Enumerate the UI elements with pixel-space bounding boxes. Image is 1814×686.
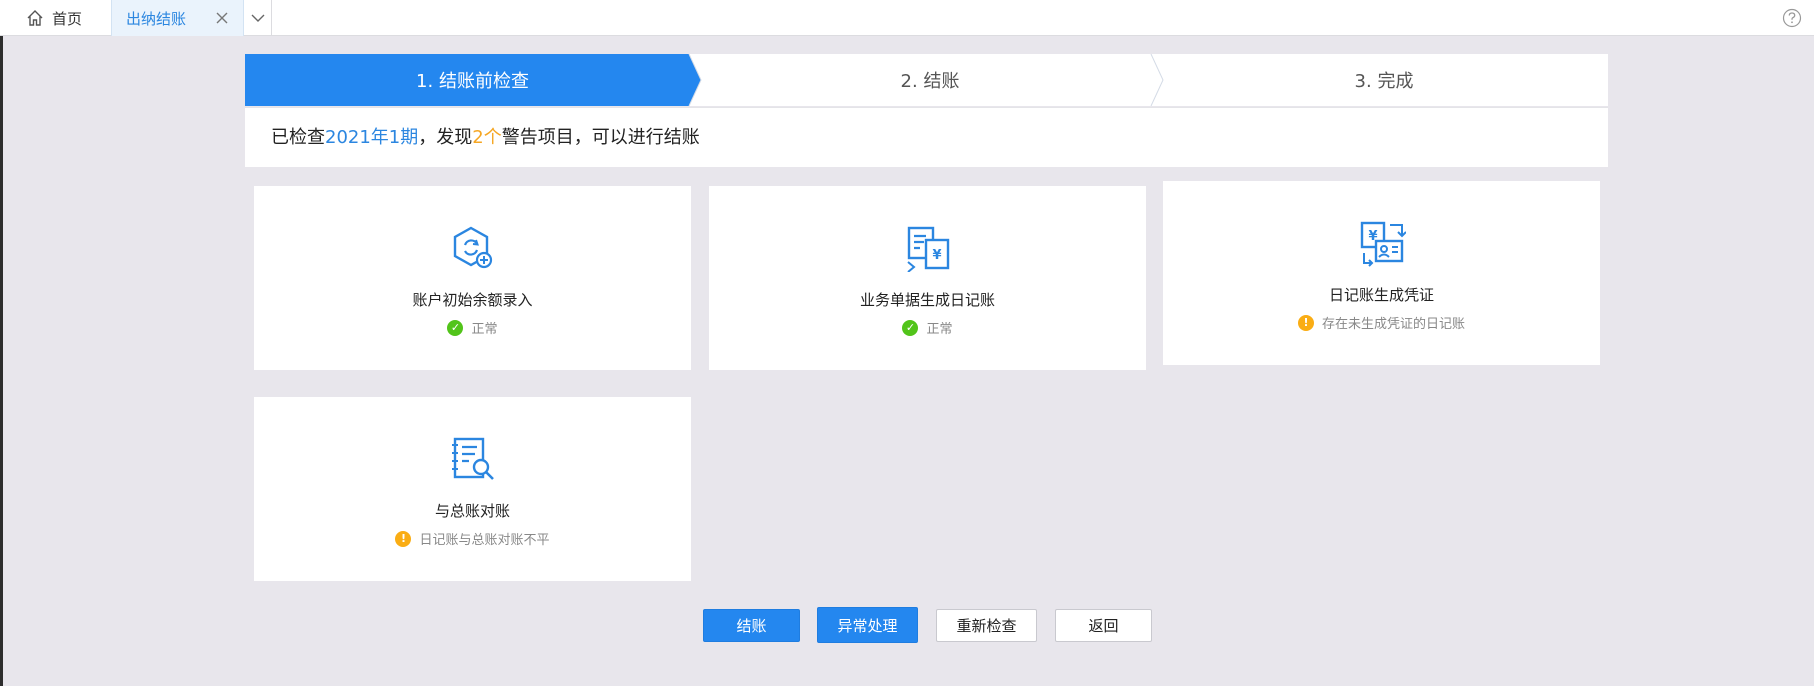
ledger-search-icon [451, 437, 494, 480]
tab-more-dropdown[interactable] [244, 0, 272, 36]
svg-text:¥: ¥ [932, 248, 941, 263]
account-balance-icon [453, 226, 492, 269]
tab-bar: 首页 出纳结账 [0, 0, 1814, 36]
warning-icon: ! [1297, 314, 1314, 331]
check-card-initial-balance[interactable]: 账户初始余额录入 ✓ 正常 [254, 186, 691, 370]
tab-active-label: 出纳结账 [126, 9, 187, 28]
summary-period: 2021年1期 [325, 127, 419, 148]
check-summary: 已检查2021年1期，发现2个警告项目，可以进行结账 [245, 107, 1608, 167]
voucher-icon: ¥ [1360, 221, 1406, 267]
exception-handle-button[interactable]: 异常处理 [817, 607, 918, 643]
close-account-button[interactable]: 结账 [703, 609, 800, 642]
home-icon [27, 10, 43, 26]
summary-mid: ，发现 [418, 127, 473, 148]
tab-cashier-closing[interactable]: 出纳结账 [111, 0, 244, 36]
card-status-text: 正常 [471, 322, 498, 337]
back-button[interactable]: 返回 [1055, 609, 1152, 642]
summary-warning-count: 2个 [472, 127, 502, 148]
check-card-ledger-reconcile[interactable]: 与总账对账 ! 日记账与总账对账不平 [254, 397, 691, 581]
card-status: ! 日记账与总账对账不平 [254, 529, 691, 548]
summary-prefix: 已检查 [271, 127, 325, 148]
card-title: 与总账对账 [434, 502, 510, 520]
card-title: 业务单据生成日记账 [859, 291, 995, 309]
step-check: 1. 结账前检查 [416, 71, 529, 92]
summary-suffix: 警告项目，可以进行结账 [501, 127, 700, 148]
check-circle-icon: ✓ [447, 319, 464, 336]
tab-home-label: 首页 [52, 9, 83, 28]
card-title: 账户初始余额录入 [412, 291, 533, 309]
step-close: 2. 结账 [900, 71, 960, 92]
card-status-text: 正常 [926, 322, 953, 337]
card-status: ! 存在未生成凭证的日记账 [1163, 313, 1600, 332]
tab-home[interactable]: 首页 [26, 0, 82, 36]
document-journal-icon: ¥ [906, 226, 949, 272]
chevron-down-icon [251, 14, 264, 22]
window-edge [0, 36, 3, 686]
card-status: ✓ 正常 [254, 318, 691, 337]
check-circle-icon: ✓ [902, 319, 919, 336]
card-status: ✓ 正常 [709, 318, 1146, 337]
card-title: 日记账生成凭证 [1328, 286, 1434, 304]
recheck-button[interactable]: 重新检查 [936, 609, 1037, 642]
stepper: 1. 结账前检查 2. 结账 3. 完成 [245, 54, 1608, 106]
check-card-voucher[interactable]: ¥ 日记账生成凭证 ! 存在未生成凭证的日记账 [1163, 181, 1600, 365]
check-card-document-journal[interactable]: ¥ 业务单据生成日记账 ✓ 正常 [709, 186, 1146, 370]
help-icon[interactable] [1782, 8, 1802, 28]
card-status-text: 日记账与总账对账不平 [419, 533, 550, 548]
close-icon[interactable] [215, 11, 229, 25]
warning-icon: ! [395, 530, 412, 547]
card-status-text: 存在未生成凭证的日记账 [1321, 317, 1465, 332]
step-done: 3. 完成 [1354, 71, 1414, 92]
